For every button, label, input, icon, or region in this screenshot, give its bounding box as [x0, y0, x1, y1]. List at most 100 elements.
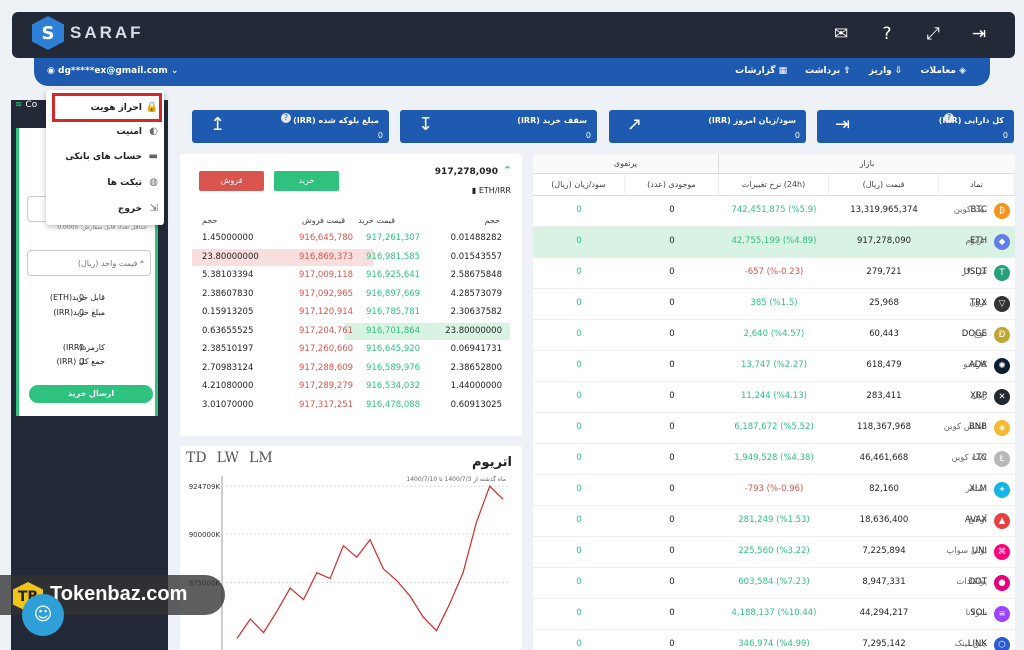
coin-pnl: 0 — [576, 329, 582, 339]
coin-name: بایننس کوین — [943, 422, 987, 432]
market-row[interactable]: ✦ XLM استلار 82,160 -793 (%-0.96) 0 0 — [533, 475, 1015, 506]
top-bar: S SARAF ✉? ⤢ ⇥ — [12, 12, 1015, 58]
left-panel-title: Co — [25, 100, 38, 110]
coin-pnl: 0 — [576, 639, 582, 649]
order-cell: 0.01543557 — [450, 251, 502, 262]
stat-value: 0 — [585, 131, 591, 140]
market-row[interactable]: Ð DOGE دوج 60,443 2,640 (%4.57) 0 0 — [533, 320, 1015, 351]
stat-value: 0 — [377, 131, 383, 140]
market-row[interactable]: T USDT تتر دلار 279,721 -657 (%-0.23) 0 0 — [533, 258, 1015, 289]
sell-button[interactable]: فروش — [199, 171, 264, 191]
dropdown-item-3[interactable]: تیکت ها — [107, 178, 142, 188]
coin-pnl: 0 — [576, 205, 582, 215]
col-pnl: سود/زیان (ریال) — [533, 174, 625, 196]
price-line — [236, 485, 504, 639]
coin-change: 225,560 (%3.22) — [738, 546, 810, 556]
group-portfolio: پرتفوی — [533, 154, 719, 174]
subnav-icon-3: ▦ — [775, 66, 788, 76]
info-icon[interactable]: ? — [281, 113, 291, 123]
coin-pnl: 0 — [576, 267, 582, 277]
buy-button[interactable]: خرید — [274, 171, 339, 191]
order-cell: 0.15913205 — [202, 307, 254, 317]
market-row[interactable]: ✺ ADA کاردانو 618,479 13,747 (%2.27) 0 0 — [533, 351, 1015, 382]
order-cell: 917,260,660 — [299, 344, 354, 354]
coin-price: 618,479 — [866, 360, 902, 370]
ltc-coin-icon: Ł — [994, 451, 1010, 467]
logo[interactable]: S SARAF — [32, 16, 144, 50]
coin-name: پولکادات — [956, 577, 987, 587]
unit-price-input[interactable]: قیمت واحد (ریال) * — [27, 250, 151, 276]
coin-pnl: 0 — [576, 577, 582, 587]
coin-name: استلار — [965, 484, 987, 494]
dropdown-item-1[interactable]: امنیت — [116, 127, 142, 137]
market-row[interactable]: ◆ ETH اتریوم 917,278,090 42,755,199 (%4.89) 0… — [533, 227, 1015, 258]
market-row[interactable]: Ł LTC لایت کوین 46,461,668 1,949,528 (%4.38)… — [533, 444, 1015, 475]
subnav-item-1[interactable]: ⇩ واریز — [869, 66, 903, 76]
order-row: 0.63655525 917,204,761 916,701,864 23.80000… — [192, 322, 510, 340]
market-row[interactable]: ● DOT پولکادات 8,947,331 603,584 (%7.23) 0 0 — [533, 568, 1015, 599]
subnav-item-2[interactable]: ⇧ برداشت — [805, 66, 851, 76]
dot-coin-icon: ● — [994, 575, 1010, 591]
coin-price: 7,225,894 — [862, 546, 906, 556]
col-sell-price: قیمت فروش — [302, 216, 346, 225]
order-row: 5.38103394 917,009,118 916,925,641 2.586758… — [192, 267, 510, 284]
coin-pnl: 0 — [576, 360, 582, 370]
coin-change: 742,451,875 (%5.9) — [731, 205, 817, 215]
logo-mark: S — [32, 16, 64, 50]
help-icon[interactable]: ? — [877, 24, 897, 44]
stat-card-1: سود/زیان امروز (IRR) 0 ↗ — [609, 110, 806, 143]
coin-change: 6,187,672 (%5.52) — [734, 422, 814, 432]
order-row: 1.45000000 916,645,780 917,261,307 0.014882… — [192, 230, 510, 247]
dropdown-item-2[interactable]: حساب های بانکی — [65, 152, 142, 162]
user-menu[interactable]: ◉ dg*****ex@gmail.com ⌄ — [47, 66, 178, 76]
subnav-icon-2: ⇧ — [840, 66, 851, 76]
mail-icon[interactable]: ✉ — [831, 24, 851, 44]
coin-pnl: 0 — [576, 608, 582, 618]
market-row[interactable]: ⌘ UNI یونی سواپ 7,225,894 225,560 (%3.22) 0 0 — [533, 537, 1015, 568]
market-row[interactable]: ▲ AVAX آولانچ 18,636,400 281,249 (%1.53) 0 0 — [533, 506, 1015, 537]
order-row: 23.80000000 916,869,373 916,981,585 0.01543… — [192, 248, 510, 266]
order-cell: 5.38103394 — [202, 270, 254, 280]
dropdown-item-4[interactable]: خروج — [118, 204, 142, 214]
order-cell: 0.06941731 — [450, 344, 502, 354]
subnav-label: معاملات — [920, 66, 956, 76]
stat-icon: ↗ — [627, 114, 643, 135]
dropdown-icon-1: ◐ — [149, 126, 158, 137]
user-email: dg*****ex@gmail.com — [58, 66, 168, 76]
fullscreen-icon[interactable]: ⤢ — [923, 24, 943, 44]
coin-price: 118,367,968 — [856, 422, 912, 432]
market-row[interactable]: ✕ XRP ریپل 283,411 11,244 (%4.13) 0 0 — [533, 382, 1015, 413]
order-cell: 1.44000000 — [450, 381, 502, 391]
coin-pnl: 0 — [576, 453, 582, 463]
logout-icon[interactable]: ⇥ — [969, 24, 989, 44]
market-row[interactable]: ⬡ LINK چین لینک 7,295,142 346,974 (%4.99) 0 0 — [533, 630, 1015, 650]
col-buy-price: قیمت خرید — [358, 216, 396, 225]
col-volume-left: حجم — [202, 216, 218, 225]
coin-pnl: 0 — [576, 298, 582, 308]
market-row[interactable]: ≡ SOL سولانا 44,294,217 4,188,137 (%10.44) 0 0 — [533, 599, 1015, 630]
order-row: 2.38607830 917,092,965 916,897,669 4.285730… — [192, 286, 510, 303]
group-market: بازار — [719, 154, 1015, 174]
market-row[interactable]: ₿ BTC بیت کوین 13,319,965,374 742,451,875 (%… — [533, 196, 1015, 227]
coin-pnl: 0 — [576, 515, 582, 525]
info-icon[interactable]: ? — [944, 113, 954, 123]
order-cell: 2.38607830 — [202, 288, 254, 299]
order-book: ⌃ 917,278,090 ▮ ETH/IRR فروش خرید حجم قی… — [180, 154, 522, 436]
stat-icon: ↥ — [210, 114, 226, 135]
chat-icon[interactable]: ☺ — [22, 594, 64, 636]
coin-change: 603,584 (%7.23) — [738, 577, 810, 587]
subnav-item-0[interactable]: ◈ معاملات — [920, 66, 966, 76]
subnav-item-3[interactable]: ▦ گزارشات — [735, 66, 787, 76]
send-buy-button[interactable]: ارسال خرید — [29, 385, 153, 403]
coin-name: دوج — [973, 329, 987, 339]
order-cell: 3.01070000 — [202, 399, 254, 410]
market-row[interactable]: ▽ TRX ترون 25,968 385 (%1.5) 0 0 — [533, 289, 1015, 320]
coin-change: -793 (%-0.96) — [744, 484, 804, 494]
logo-text: SARAF — [70, 23, 144, 42]
order-cell: 916,981,585 — [366, 251, 421, 262]
market-row[interactable]: ◈ BNB بایننس کوین 118,367,968 6,187,672 (%5.… — [533, 413, 1015, 444]
last-price: 917,278,090 — [434, 167, 498, 177]
coin-name: لایت کوین — [951, 453, 987, 463]
coin-price: 44,294,217 — [859, 608, 909, 618]
order-cell: 23.80000000 — [445, 325, 502, 336]
